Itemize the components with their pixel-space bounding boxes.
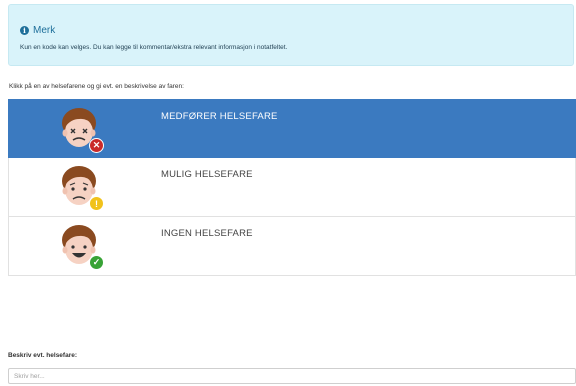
info-icon: i xyxy=(20,26,29,35)
notice-title: i Merk xyxy=(20,25,55,36)
hazard-options: ✕ MEDFØRER HELSEFARE ! MULIG HELSEFARE ✓… xyxy=(8,99,576,276)
option-label: MEDFØRER HELSEFARE xyxy=(161,111,278,122)
description-label: Beskriv evt. helsefare: xyxy=(8,352,78,359)
option-label: MULIG HELSEFARE xyxy=(161,169,253,180)
exclamation-circle-icon: ! xyxy=(89,196,104,211)
notice-title-text: Merk xyxy=(33,25,56,36)
info-notice: i Merk Kun en kode kan velges. Du kan le… xyxy=(8,4,574,66)
option-medforer-helsefare[interactable]: ✕ MEDFØRER HELSEFARE xyxy=(8,99,576,158)
check-circle-icon: ✓ xyxy=(89,255,104,270)
option-ingen-helsefare[interactable]: ✓ INGEN HELSEFARE xyxy=(8,217,576,276)
description-input[interactable] xyxy=(8,368,576,384)
option-label: INGEN HELSEFARE xyxy=(161,228,253,239)
instruction-text: Klikk på en av helsefarene og gi evt. en… xyxy=(9,83,184,90)
option-mulig-helsefare[interactable]: ! MULIG HELSEFARE xyxy=(8,158,576,217)
x-circle-icon: ✕ xyxy=(89,138,104,153)
notice-text: Kun en kode kan velges. Du kan legge til… xyxy=(20,44,288,51)
